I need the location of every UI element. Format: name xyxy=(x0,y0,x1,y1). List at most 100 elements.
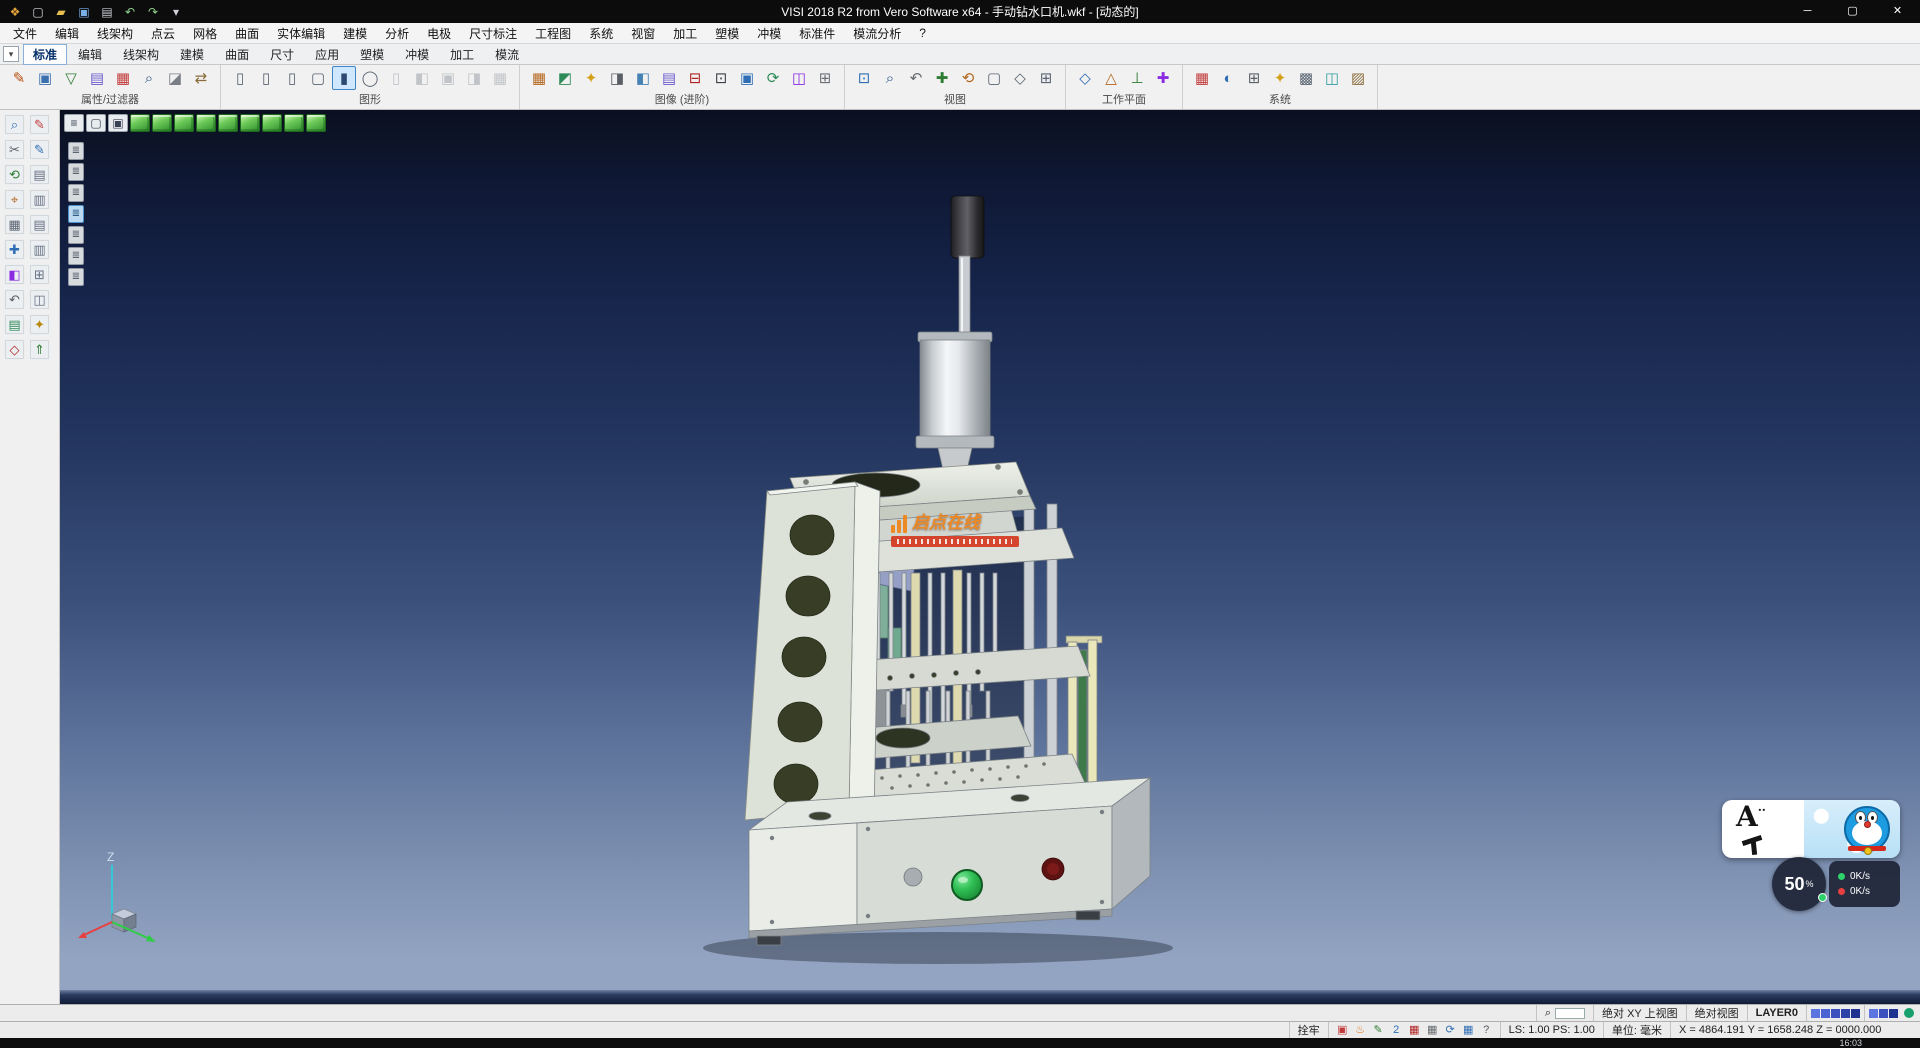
hidden-line-view-icon[interactable]: ▯ xyxy=(254,66,278,90)
layer-color-segment[interactable] xyxy=(1869,1009,1878,1018)
shaded-view-icon[interactable]: ▮ xyxy=(332,66,356,90)
menu-edit[interactable]: 编辑 xyxy=(46,23,88,44)
pan-icon[interactable]: ✚ xyxy=(930,66,954,90)
calculator-icon[interactable]: ⊞ xyxy=(29,264,50,285)
grid-icon[interactable]: ⊞ xyxy=(1242,66,1266,90)
tab-edit[interactable]: 编辑 xyxy=(68,44,112,65)
progress-circle[interactable]: 50% xyxy=(1772,857,1826,911)
view-cube-bottom-icon[interactable] xyxy=(240,114,260,132)
sphere-view-icon[interactable]: ◯ xyxy=(358,66,382,90)
view-mode-indicator[interactable]: 绝对 XY 上视图 xyxy=(1593,1005,1686,1021)
measure-tool-icon[interactable]: ◇ xyxy=(4,339,25,360)
export-icon[interactable]: ⇑ xyxy=(29,339,50,360)
view-cube-dynamic-icon[interactable] xyxy=(306,114,326,132)
tab-mold[interactable]: 塑模 xyxy=(350,44,394,65)
absolute-view-indicator[interactable]: 绝对视图 xyxy=(1686,1005,1747,1021)
matrix-icon[interactable]: ▩ xyxy=(1294,66,1318,90)
color-table-icon[interactable]: ▦ xyxy=(111,66,135,90)
snapshot-icon[interactable]: ▣ xyxy=(1335,1023,1350,1037)
layer2-icon[interactable]: 2 xyxy=(1389,1023,1404,1037)
light-icon[interactable]: ✦ xyxy=(579,66,603,90)
menu-help[interactable]: ? xyxy=(910,24,935,42)
mirror-tool-icon[interactable]: ◧ xyxy=(4,264,25,285)
move-tool-icon[interactable]: ✚ xyxy=(4,239,25,260)
minimize-button[interactable]: ─ xyxy=(1785,0,1830,23)
viewstate-5-icon[interactable]: ≣ xyxy=(68,226,84,244)
workplane-align-icon[interactable]: ⊥ xyxy=(1125,66,1149,90)
view-cube-top-icon[interactable] xyxy=(130,114,150,132)
star-icon[interactable]: ✦ xyxy=(29,314,50,335)
target-icon[interactable]: ⌖ xyxy=(4,189,25,210)
camera-icon[interactable]: ⊡ xyxy=(709,66,733,90)
menu-analysis[interactable]: 分析 xyxy=(376,23,418,44)
redo-icon[interactable]: ↷ xyxy=(144,3,162,21)
maximize-button[interactable]: ▢ xyxy=(1830,0,1875,23)
background-icon[interactable]: ▤ xyxy=(657,66,681,90)
lock-toggle[interactable]: 拴牢 xyxy=(1289,1022,1328,1038)
edit-attributes-icon[interactable]: ✎ xyxy=(7,66,31,90)
red-grid-icon[interactable]: ▦ xyxy=(1407,1023,1422,1037)
menu-electrode[interactable]: 电极 xyxy=(418,23,460,44)
box-view-icon[interactable]: ▢ xyxy=(306,66,330,90)
clipboard-icon[interactable]: ◫ xyxy=(29,289,50,310)
snapshot-adv-icon[interactable]: ▣ xyxy=(735,66,759,90)
view-cube-left-icon[interactable] xyxy=(196,114,216,132)
erase-attributes-icon[interactable]: ◪ xyxy=(163,66,187,90)
doc-grid-icon[interactable]: ▥ xyxy=(29,189,50,210)
viewstate-1-icon[interactable]: ≣ xyxy=(68,142,84,160)
tab-wireframe[interactable]: 线架构 xyxy=(113,44,169,65)
viewbar-menu-icon[interactable]: ≡ xyxy=(64,114,84,132)
tab-dimension[interactable]: 尺寸 xyxy=(260,44,304,65)
close-button[interactable]: ✕ xyxy=(1875,0,1920,23)
tab-modeling[interactable]: 建模 xyxy=(170,44,214,65)
viewbar-shaded-window-icon[interactable]: ▣ xyxy=(108,114,128,132)
refresh-icon[interactable]: ⟳ xyxy=(1443,1023,1458,1037)
print-icon[interactable]: ▤ xyxy=(98,3,116,21)
undo-icon[interactable]: ↶ xyxy=(121,3,139,21)
view-cube-right-icon[interactable] xyxy=(174,114,194,132)
menu-drawing[interactable]: 工程图 xyxy=(526,23,580,44)
doc-table-icon[interactable]: ▥ xyxy=(29,239,50,260)
quick-access-dropdown-icon[interactable]: ▾ xyxy=(167,3,185,21)
viewstate-4-icon[interactable]: ≣ xyxy=(68,205,84,223)
plot-icon[interactable]: ▨ xyxy=(1346,66,1370,90)
help-status-icon[interactable]: ? xyxy=(1479,1023,1494,1037)
status-search-input[interactable] xyxy=(1555,1008,1585,1019)
window-layout-icon[interactable]: ◫ xyxy=(1320,66,1344,90)
zoom-previous-icon[interactable]: ↶ xyxy=(904,66,928,90)
workplane-3points-icon[interactable]: △ xyxy=(1099,66,1123,90)
menu-mold[interactable]: 塑模 xyxy=(706,23,748,44)
view-cube-back-icon[interactable] xyxy=(218,114,238,132)
flame-icon[interactable]: ♨ xyxy=(1353,1023,1368,1037)
tab-standard[interactable]: 标准 xyxy=(23,44,67,65)
undo-tool-icon[interactable]: ↶ xyxy=(4,289,25,310)
layer-color-segment[interactable] xyxy=(1851,1009,1860,1018)
menu-machining[interactable]: 加工 xyxy=(664,23,706,44)
tab-die[interactable]: 冲模 xyxy=(395,44,439,65)
tab-surface[interactable]: 曲面 xyxy=(215,44,259,65)
overlay-widget[interactable]: A‥ 50% 0K/s 0K/s xyxy=(1716,800,1906,932)
rotate-tool-icon[interactable]: ⟲ xyxy=(4,164,25,185)
menu-dimension[interactable]: 尺寸标注 xyxy=(460,23,526,44)
pencil-red-icon[interactable]: ✎ xyxy=(29,114,50,135)
section-icon[interactable]: ⊟ xyxy=(683,66,707,90)
layer-color-segment[interactable] xyxy=(1879,1009,1888,1018)
zoom-tool-icon[interactable]: ⌕ xyxy=(4,114,25,135)
wireframe-view-icon[interactable]: ▯ xyxy=(228,66,252,90)
zoom-window-icon[interactable]: ⌕ xyxy=(878,66,902,90)
viewbar-window-icon[interactable]: ▢ xyxy=(86,114,106,132)
zoom-extents-icon[interactable]: ⊡ xyxy=(852,66,876,90)
tab-dropdown-button[interactable]: ▾ xyxy=(3,46,19,62)
menu-wireframe[interactable]: 线架构 xyxy=(88,23,142,44)
menu-flow-analysis[interactable]: 模流分析 xyxy=(844,23,910,44)
globe-icon[interactable]: ◐ xyxy=(1216,66,1240,90)
open-folder-icon[interactable]: ▰ xyxy=(52,3,70,21)
viewstate-2-icon[interactable]: ≣ xyxy=(68,163,84,181)
pencil-blue-icon[interactable]: ✎ xyxy=(29,139,50,160)
front-view-icon[interactable]: ▢ xyxy=(982,66,1006,90)
cylinder-view-icon[interactable]: ▯ xyxy=(280,66,304,90)
view-cube-front-icon[interactable] xyxy=(152,114,172,132)
animation-icon[interactable]: ⟳ xyxy=(761,66,785,90)
layer-color-segment[interactable] xyxy=(1811,1009,1820,1018)
doc-sheet-icon[interactable]: ▤ xyxy=(29,214,50,235)
